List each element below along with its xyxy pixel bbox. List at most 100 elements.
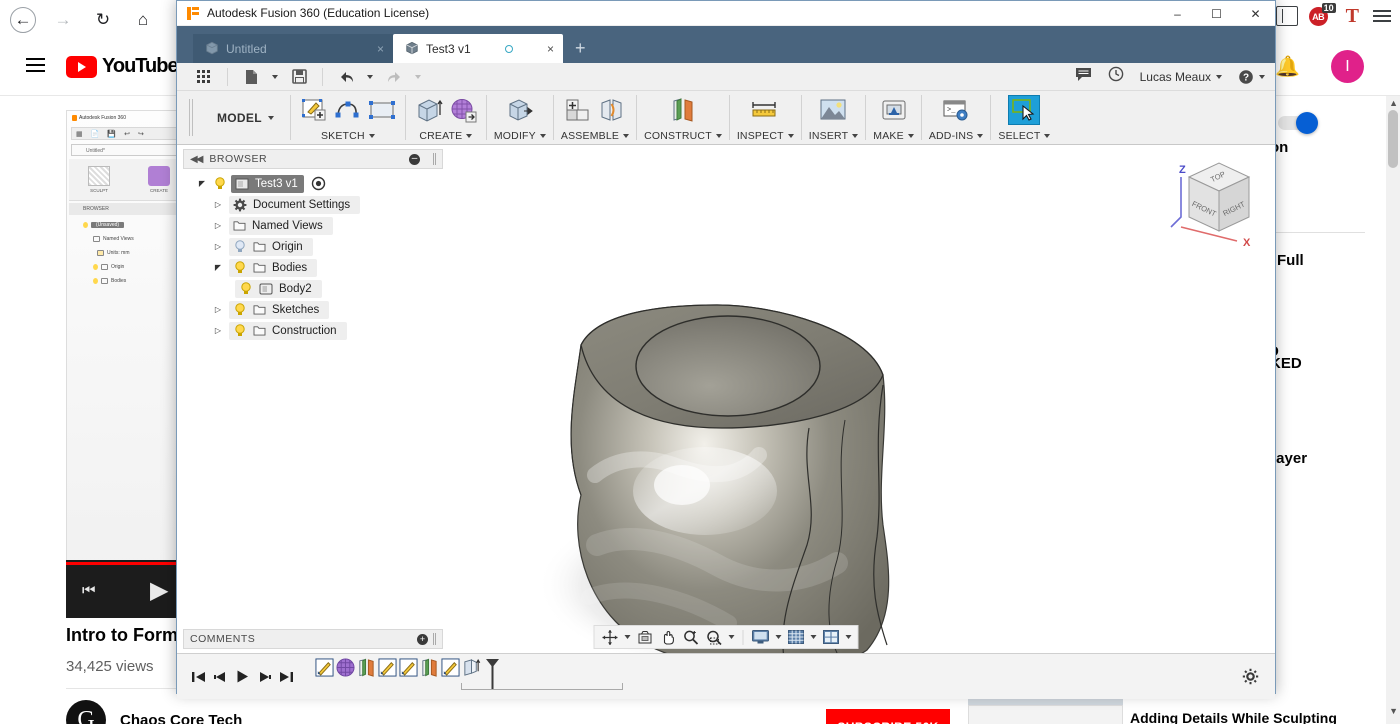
viewports-icon[interactable] (821, 627, 841, 647)
pan-icon[interactable] (658, 627, 678, 647)
press-pull-icon[interactable] (504, 95, 536, 125)
back-button[interactable]: ← (10, 7, 36, 33)
display-dropdown-icon[interactable] (774, 627, 783, 647)
insert-image-icon[interactable] (817, 95, 849, 125)
new-tab-button[interactable]: + (563, 38, 598, 63)
minimize-button[interactable]: – (1158, 1, 1197, 26)
minimize-panel-icon[interactable]: – (409, 153, 420, 165)
sketch-feature-icon[interactable] (441, 657, 460, 677)
play-button[interactable]: ▶ (150, 576, 168, 605)
scripts-addins-icon[interactable]: >_ (940, 95, 972, 125)
zoom-window-icon[interactable] (704, 627, 724, 647)
go-to-end-icon[interactable] (275, 665, 297, 689)
tree-pill[interactable]: Origin (229, 237, 313, 256)
tree-pill[interactable]: Document Settings (229, 195, 361, 214)
tab-close-icon[interactable]: × (377, 42, 384, 56)
close-button[interactable]: ✕ (1236, 1, 1275, 26)
ribbon-group-label-addins[interactable]: ADD-INS (929, 130, 984, 142)
workspace-selector[interactable]: MODEL (201, 91, 290, 144)
expand-arrow-icon[interactable]: ▷ (211, 305, 225, 314)
visibility-bulb-icon[interactable] (233, 260, 247, 275)
browser-menu-icon[interactable] (1370, 8, 1394, 24)
sketch-feature-icon[interactable] (315, 657, 334, 677)
tree-item-named-views[interactable]: ▷ Named Views (183, 215, 443, 236)
file-icon[interactable] (236, 65, 266, 89)
channel-row[interactable]: G Chaos Core Tech (66, 700, 242, 724)
comments-panel-header[interactable]: COMMENTS + (183, 629, 443, 649)
expand-arrow-icon[interactable]: ▷ (211, 221, 225, 230)
timeline-settings-gear-icon[interactable] (1239, 665, 1261, 687)
forward-button[interactable]: → (50, 7, 76, 33)
target-icon[interactable] (311, 176, 326, 191)
loft-feature-icon[interactable] (462, 658, 481, 677)
ribbon-group-label-select[interactable]: SELECT (998, 130, 1051, 142)
adblock-icon[interactable]: AB 10 (1308, 3, 1336, 28)
collapse-left-icon[interactable]: ◀◀ (190, 154, 203, 165)
home-button[interactable]: ⌂ (130, 7, 156, 33)
3d-print-icon[interactable] (878, 95, 910, 125)
measure-icon[interactable] (749, 95, 781, 125)
create-sketch-icon[interactable] (298, 95, 330, 125)
sketch-feature-icon[interactable] (399, 657, 418, 677)
visibility-bulb-icon[interactable] (233, 302, 247, 317)
expand-arrow-icon[interactable]: ▷ (211, 242, 225, 251)
panel-grip[interactable] (433, 633, 436, 645)
viewports-dropdown-icon[interactable] (844, 627, 853, 647)
autoplay-toggle[interactable] (1278, 112, 1322, 134)
scrollbar-thumb[interactable] (1388, 110, 1398, 168)
undo-icon[interactable] (331, 65, 361, 89)
tab-test3[interactable]: Test3 v1 × (393, 34, 563, 63)
tree-pill[interactable]: Sketches (229, 300, 330, 319)
panel-grip[interactable] (433, 153, 436, 165)
visibility-bulb-icon[interactable] (213, 176, 227, 191)
ribbon-group-label-sketch[interactable]: SKETCH (321, 130, 375, 142)
expand-arrow-icon[interactable]: ◤ (195, 179, 209, 188)
rectangle-icon[interactable] (366, 95, 398, 125)
suggested-video-title[interactable]: Adding Details While Sculpting (1130, 710, 1337, 724)
notifications-bell-icon[interactable]: 🔔 (1275, 54, 1300, 79)
zoom-icon[interactable] (681, 627, 701, 647)
expand-arrow-icon[interactable]: ◤ (211, 263, 225, 272)
ribbon-group-label-inspect[interactable]: INSPECT (737, 130, 794, 142)
ribbon-group-label-create[interactable]: CREATE (419, 130, 473, 142)
file-dropdown-icon[interactable] (270, 65, 280, 89)
extrude-icon[interactable] (413, 95, 445, 125)
joint-icon[interactable] (596, 95, 628, 125)
save-icon[interactable] (284, 65, 314, 89)
form-feature-icon[interactable] (336, 657, 355, 677)
tree-pill[interactable]: Body2 (235, 279, 322, 298)
expand-arrow-icon[interactable]: ▷ (211, 326, 225, 335)
tab-close-icon[interactable]: × (547, 42, 554, 56)
visibility-bulb-icon[interactable] (239, 281, 253, 296)
expand-arrow-icon[interactable]: ▷ (211, 200, 225, 209)
tab-untitled[interactable]: Untitled × (193, 34, 393, 63)
user-menu[interactable]: Lucas Meaux (1140, 70, 1222, 84)
go-to-beginning-icon[interactable] (187, 665, 209, 689)
channel-avatar[interactable]: G (66, 700, 106, 724)
ribbon-grip[interactable] (189, 99, 193, 136)
orbit-dropdown-icon[interactable] (623, 627, 632, 647)
comment-icon[interactable] (1075, 67, 1092, 87)
subscribe-button[interactable]: SUBSCRIBE 56K (826, 709, 950, 724)
youtube-guide-menu-icon[interactable] (26, 58, 45, 72)
spline-icon[interactable] (332, 95, 364, 125)
plane-feature-icon[interactable] (357, 658, 376, 677)
zoom-dropdown-icon[interactable] (727, 627, 736, 647)
tree-item-sketches[interactable]: ▷ Sketches (183, 299, 443, 320)
scroll-up-arrow-icon[interactable]: ▲ (1389, 98, 1398, 108)
maximize-button[interactable]: ☐ (1197, 1, 1236, 26)
ribbon-group-label-make[interactable]: MAKE (873, 130, 914, 142)
channel-name[interactable]: Chaos Core Tech (120, 712, 242, 724)
avatar[interactable]: I (1331, 50, 1364, 83)
tree-item-test3[interactable]: ◤ Test3 v1 (183, 173, 443, 194)
plane-feature-icon[interactable] (420, 658, 439, 677)
tree-pill[interactable]: Construction (229, 321, 347, 340)
tree-item-body2[interactable]: Body2 (183, 278, 443, 299)
tree-root-pill[interactable]: Test3 v1 (231, 174, 304, 193)
tree-pill[interactable]: Named Views (229, 216, 333, 235)
ribbon-group-label-construct[interactable]: CONSTRUCT (644, 130, 722, 142)
previous-button[interactable]: ⏮ (82, 582, 96, 599)
visibility-bulb-icon[interactable] (233, 239, 247, 254)
ribbon-group-label-insert[interactable]: INSERT (809, 130, 859, 142)
youtube-logo[interactable]: YouTube (66, 55, 179, 78)
